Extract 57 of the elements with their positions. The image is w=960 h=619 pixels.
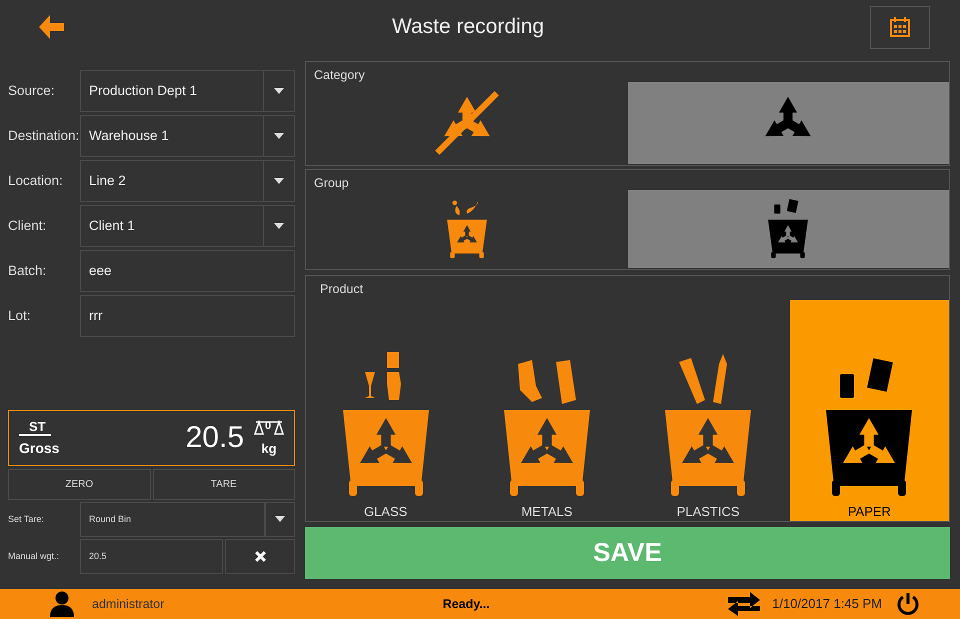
product-tile[interactable]: GLASS xyxy=(306,300,466,521)
user-icon xyxy=(50,590,74,617)
category-tile[interactable] xyxy=(628,82,949,164)
sync-arrows-icon[interactable] xyxy=(728,590,760,617)
user-name: administrator xyxy=(92,596,164,611)
dropdown-button[interactable] xyxy=(264,160,295,202)
caret-icon xyxy=(274,222,284,229)
product-label: GLASS xyxy=(364,504,408,519)
panel-title: Category xyxy=(313,66,366,82)
field-label: Set Tare: xyxy=(8,513,45,526)
calendar-icon xyxy=(890,17,910,38)
field-label: Manual wgt.: xyxy=(8,550,60,564)
product-tile[interactable]: PAPER xyxy=(790,300,949,521)
field-label: Batch: xyxy=(8,262,48,280)
weight-type: Gross xyxy=(19,440,60,456)
status-message: Ready... xyxy=(442,596,491,611)
dropdown-button[interactable] xyxy=(264,204,295,247)
caret-icon xyxy=(274,132,284,139)
stability-indicator: ST xyxy=(19,419,51,436)
product-tile[interactable]: METALS xyxy=(467,300,626,521)
dropdown-field[interactable]: Client 1 xyxy=(80,204,264,247)
scale-button[interactable]: TARE xyxy=(152,468,295,500)
weight-reading: 20.5 xyxy=(184,420,244,455)
panel-title: Group xyxy=(313,174,350,190)
input-field[interactable]: rrr xyxy=(80,294,295,337)
field-label: Destination: xyxy=(8,127,80,146)
dropdown-button[interactable] xyxy=(265,502,295,537)
dropdown-field[interactable]: Production Dept 1 xyxy=(80,70,264,112)
window-title: Waste recording xyxy=(390,15,546,40)
dropdown-button[interactable] xyxy=(264,70,295,112)
field-label: Client: xyxy=(8,217,48,236)
product-label: PLASTICS xyxy=(676,504,740,519)
dropdown-button[interactable] xyxy=(264,114,295,157)
panel-title: Product xyxy=(319,280,364,296)
caret-icon xyxy=(274,88,284,94)
power-icon[interactable] xyxy=(896,592,920,616)
input-field[interactable]: 20.5 xyxy=(80,538,223,574)
weight-unit: kg xyxy=(261,440,277,456)
group-tile[interactable] xyxy=(628,190,949,268)
dropdown-field[interactable]: Line 2 xyxy=(80,160,264,202)
calendar-button[interactable] xyxy=(870,6,930,49)
date-time: 1/10/2017 1:45 PM xyxy=(772,596,882,612)
field-label: Source: xyxy=(8,82,56,100)
product-label: PAPER xyxy=(848,504,891,519)
product-label: METALS xyxy=(521,504,572,519)
dropdown-field[interactable]: Round Bin xyxy=(80,502,265,537)
product-tile[interactable]: PLASTICS xyxy=(628,300,788,521)
caret-icon xyxy=(274,178,284,184)
input-field[interactable]: eee xyxy=(80,250,295,292)
field-label: Location: xyxy=(8,172,64,190)
field-label: Lot: xyxy=(8,307,32,326)
balance-icon xyxy=(254,420,284,436)
close-icon xyxy=(254,550,266,563)
scale-button[interactable]: ZERO xyxy=(8,468,150,500)
dropdown-field[interactable]: Warehouse 1 xyxy=(80,114,264,157)
caret-icon xyxy=(275,516,285,522)
clear-button[interactable] xyxy=(225,538,295,574)
